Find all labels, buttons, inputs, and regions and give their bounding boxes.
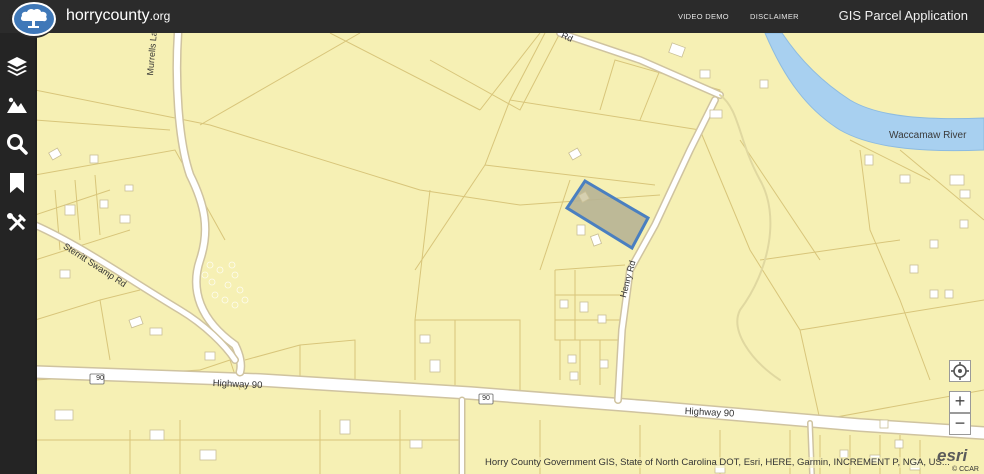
tools-icon bbox=[7, 213, 26, 232]
county-logo[interactable] bbox=[9, 0, 59, 38]
esri-logo[interactable]: esri bbox=[937, 446, 967, 466]
mountain-icon bbox=[7, 97, 27, 113]
map-attribution: Horry County Government GIS, State of No… bbox=[485, 457, 950, 468]
map-canvas[interactable] bbox=[35, 33, 984, 474]
locate-button[interactable] bbox=[949, 360, 971, 382]
zoom-out-button[interactable]: − bbox=[949, 413, 971, 435]
app-title: GIS Parcel Application bbox=[838, 8, 968, 23]
layers-button[interactable] bbox=[5, 54, 29, 78]
waccamaw-river-label: Waccamaw River bbox=[889, 130, 967, 141]
route-90-shield-west-text: 90 bbox=[96, 375, 104, 382]
ccar-credit: © CCAR bbox=[952, 466, 979, 473]
locate-icon bbox=[951, 362, 969, 380]
video-demo-link[interactable]: VIDEO DEMO bbox=[678, 12, 729, 21]
brand-tld: .org bbox=[149, 9, 171, 23]
search-icon bbox=[7, 134, 28, 155]
search-button[interactable] bbox=[5, 132, 29, 156]
layers-icon bbox=[7, 57, 27, 76]
bookmark-icon bbox=[10, 173, 24, 193]
bookmarks-button[interactable] bbox=[5, 171, 29, 195]
app-header: horrycounty.org VIDEO DEMO DISCLAIMER GI… bbox=[0, 0, 984, 38]
gis-app: horrycounty.org VIDEO DEMO DISCLAIMER GI… bbox=[0, 0, 984, 474]
map-left-edge bbox=[35, 33, 37, 474]
map-view[interactable]: Waccamaw River Murrells Landing Rd Sterr… bbox=[35, 33, 984, 474]
tool-sidebar bbox=[0, 33, 35, 474]
tools-button[interactable] bbox=[5, 211, 29, 235]
brand-title[interactable]: horrycounty.org bbox=[66, 7, 170, 25]
disclaimer-link[interactable]: DISCLAIMER bbox=[750, 12, 799, 21]
tree-logo-icon bbox=[12, 2, 56, 36]
highway-90-label-west: Highway 90 bbox=[212, 378, 263, 392]
zoom-in-button[interactable]: + bbox=[949, 391, 971, 413]
brand-name: horrycounty bbox=[66, 7, 150, 24]
basemap-button[interactable] bbox=[5, 93, 29, 117]
route-90-shield-center-text: 90 bbox=[482, 395, 490, 402]
